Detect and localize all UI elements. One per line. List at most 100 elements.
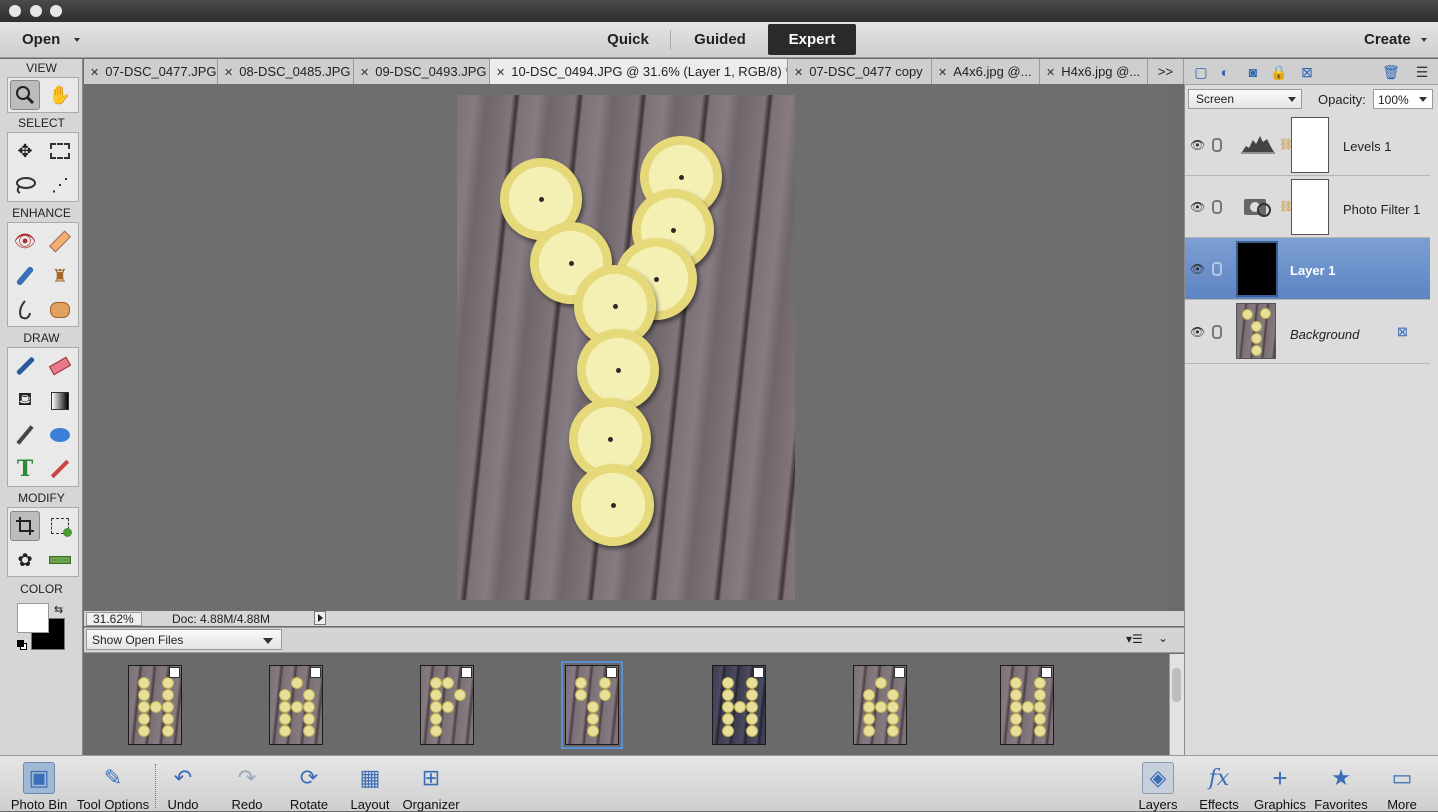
blend-mode-select[interactable]: Screen [1188, 89, 1302, 109]
close-icon[interactable]: ✕ [360, 67, 369, 79]
tab-10-dsc-0494[interactable]: ✕ 10-DSC_0494.JPG @ 31.6% (Layer 1, RGB/8… [490, 59, 788, 84]
type-icon[interactable]: T [10, 454, 40, 484]
layer-mask-icon[interactable]: ◙ [1244, 64, 1262, 80]
clone-stamp-icon[interactable]: ♜ [45, 261, 75, 291]
opacity-field[interactable]: 100% [1373, 89, 1433, 109]
visibility-eye-icon[interactable]: 👁 [1190, 138, 1206, 152]
tab-h4x6[interactable]: ✕ H4x6.jpg @... [1040, 59, 1148, 84]
zoom-icon[interactable] [10, 80, 40, 110]
lasso-icon[interactable] [10, 170, 40, 200]
layer-photo-filter-1[interactable]: 👁 ⛓ Photo Filter 1 [1185, 176, 1430, 238]
foreground-color-swatch[interactable] [17, 603, 49, 633]
tab-09-dsc-0493[interactable]: ✕ 09-DSC_0493.JPG [354, 59, 490, 84]
document-image[interactable] [457, 95, 795, 600]
sponge-icon[interactable] [45, 295, 75, 325]
status-menu-button[interactable] [314, 611, 326, 625]
tab-a4x6[interactable]: ✕ A4x6.jpg @... [932, 59, 1040, 84]
photo-bin-thumbnail[interactable] [561, 661, 623, 749]
new-layer-icon[interactable]: ▢ [1192, 64, 1210, 80]
tabs-overflow-button[interactable]: >> [1148, 59, 1184, 84]
close-icon[interactable]: ✕ [224, 67, 233, 79]
paint-bucket-icon[interactable]: ⛾ [10, 386, 40, 416]
link-icon[interactable] [1212, 325, 1222, 339]
photo-bin-thumbnail[interactable] [853, 665, 907, 745]
tab-07-dsc-0477-copy[interactable]: ✕ 07-DSC_0477 copy [788, 59, 932, 84]
undo-button[interactable]: ↶ Undo [160, 756, 206, 812]
close-icon[interactable]: ✕ [794, 67, 803, 79]
layer-name[interactable]: Photo Filter 1 [1343, 202, 1420, 217]
mode-quick[interactable]: Quick [590, 24, 666, 55]
panel-menu-icon[interactable]: ☰ [1413, 64, 1431, 80]
bin-menu-icon[interactable]: ▾☰ [1126, 632, 1143, 646]
layer-background[interactable]: 👁 Background ⊠ [1185, 300, 1430, 364]
layer-thumbnail[interactable] [1236, 303, 1276, 359]
layer-layer-1[interactable]: 👁 Layer 1 [1185, 238, 1430, 300]
create-button[interactable]: Create [1364, 31, 1427, 48]
rotate-button[interactable]: ⟳ Rotate [284, 756, 334, 812]
eyedropper-icon[interactable] [10, 420, 40, 450]
brush-icon[interactable] [10, 351, 40, 381]
photo-bin-thumbnail[interactable] [1000, 665, 1054, 745]
photo-bin-thumbnail[interactable] [128, 665, 182, 745]
default-colors-icon[interactable] [17, 640, 27, 650]
zoom-field[interactable]: 31.62% [86, 612, 142, 626]
photo-bin-thumbnail[interactable] [712, 665, 766, 745]
straighten-icon[interactable] [45, 545, 75, 575]
smart-brush-icon[interactable] [10, 261, 40, 291]
layer-mask-thumbnail[interactable] [1291, 179, 1329, 235]
mode-guided[interactable]: Guided [680, 24, 760, 55]
zoom-window-button[interactable] [50, 5, 62, 17]
magic-wand-icon[interactable]: ⋰ [45, 170, 75, 200]
layers-button[interactable]: ◈ Layers [1134, 756, 1182, 812]
favorites-button[interactable]: ★ Favorites [1312, 756, 1370, 812]
link-icon[interactable] [1212, 200, 1222, 214]
lock-transparency-icon[interactable]: ⊠ [1298, 64, 1316, 80]
trash-icon[interactable]: 🗑 [1382, 64, 1400, 80]
photo-bin-thumbnail[interactable] [420, 665, 474, 745]
chevron-down-icon[interactable]: ⌄ [1158, 631, 1168, 645]
red-eye-icon[interactable]: 👁 [10, 226, 40, 256]
tool-options-button[interactable]: ✎ Tool Options [72, 756, 154, 812]
layer-name[interactable]: Levels 1 [1343, 139, 1391, 154]
close-icon[interactable]: ✕ [496, 67, 505, 79]
graphics-button[interactable]: + Graphics [1252, 756, 1308, 812]
move-icon[interactable]: ✥ [10, 136, 40, 166]
mode-expert[interactable]: Expert [768, 24, 856, 55]
close-icon[interactable]: ✕ [1046, 67, 1055, 79]
more-button[interactable]: ▭ More [1382, 756, 1422, 812]
gradient-icon[interactable] [45, 386, 75, 416]
marquee-icon[interactable] [45, 136, 75, 166]
visibility-eye-icon[interactable]: 👁 [1190, 262, 1206, 276]
redo-button[interactable]: ↷ Redo [224, 756, 270, 812]
link-icon[interactable] [1212, 262, 1222, 276]
close-window-button[interactable] [9, 5, 21, 17]
layer-name[interactable]: Background [1290, 327, 1359, 342]
layer-thumbnail[interactable] [1236, 241, 1278, 297]
eraser-icon[interactable] [45, 351, 75, 381]
visibility-eye-icon[interactable]: 👁 [1190, 325, 1206, 339]
bin-scrollbar[interactable] [1169, 654, 1184, 755]
content-aware-move-icon[interactable]: ✿ [10, 545, 40, 575]
bin-filter-select[interactable]: Show Open Files [86, 629, 282, 650]
close-icon[interactable]: ✕ [938, 67, 947, 79]
crop-icon[interactable] [10, 511, 40, 541]
pencil-icon[interactable] [45, 454, 75, 484]
layer-mask-thumbnail[interactable] [1291, 117, 1329, 173]
close-icon[interactable]: ✕ [90, 67, 99, 79]
adjustment-layer-icon[interactable]: ◐ [1216, 64, 1234, 80]
layer-levels-1[interactable]: 👁 ⛓ Levels 1 [1185, 114, 1430, 176]
photo-bin-button[interactable]: ▣ Photo Bin [4, 756, 74, 812]
lock-icon[interactable]: 🔒 [1270, 64, 1288, 80]
tab-07-dsc-0477[interactable]: ✕ 07-DSC_0477.JPG [84, 59, 218, 84]
organizer-button[interactable]: ⊞ Organizer [400, 756, 462, 812]
effects-button[interactable]: fx Effects [1194, 756, 1244, 812]
healing-brush-icon[interactable] [45, 226, 75, 256]
layout-button[interactable]: ▦ Layout [345, 756, 395, 812]
hand-icon[interactable]: ✋ [45, 80, 75, 110]
photo-bin-thumbnail[interactable] [269, 665, 323, 745]
blur-icon[interactable] [10, 295, 40, 325]
open-button[interactable]: Open [22, 31, 81, 48]
visibility-eye-icon[interactable]: 👁 [1190, 200, 1206, 214]
recompose-icon[interactable] [45, 511, 75, 541]
swap-colors-icon[interactable]: ⇆ [54, 603, 63, 616]
